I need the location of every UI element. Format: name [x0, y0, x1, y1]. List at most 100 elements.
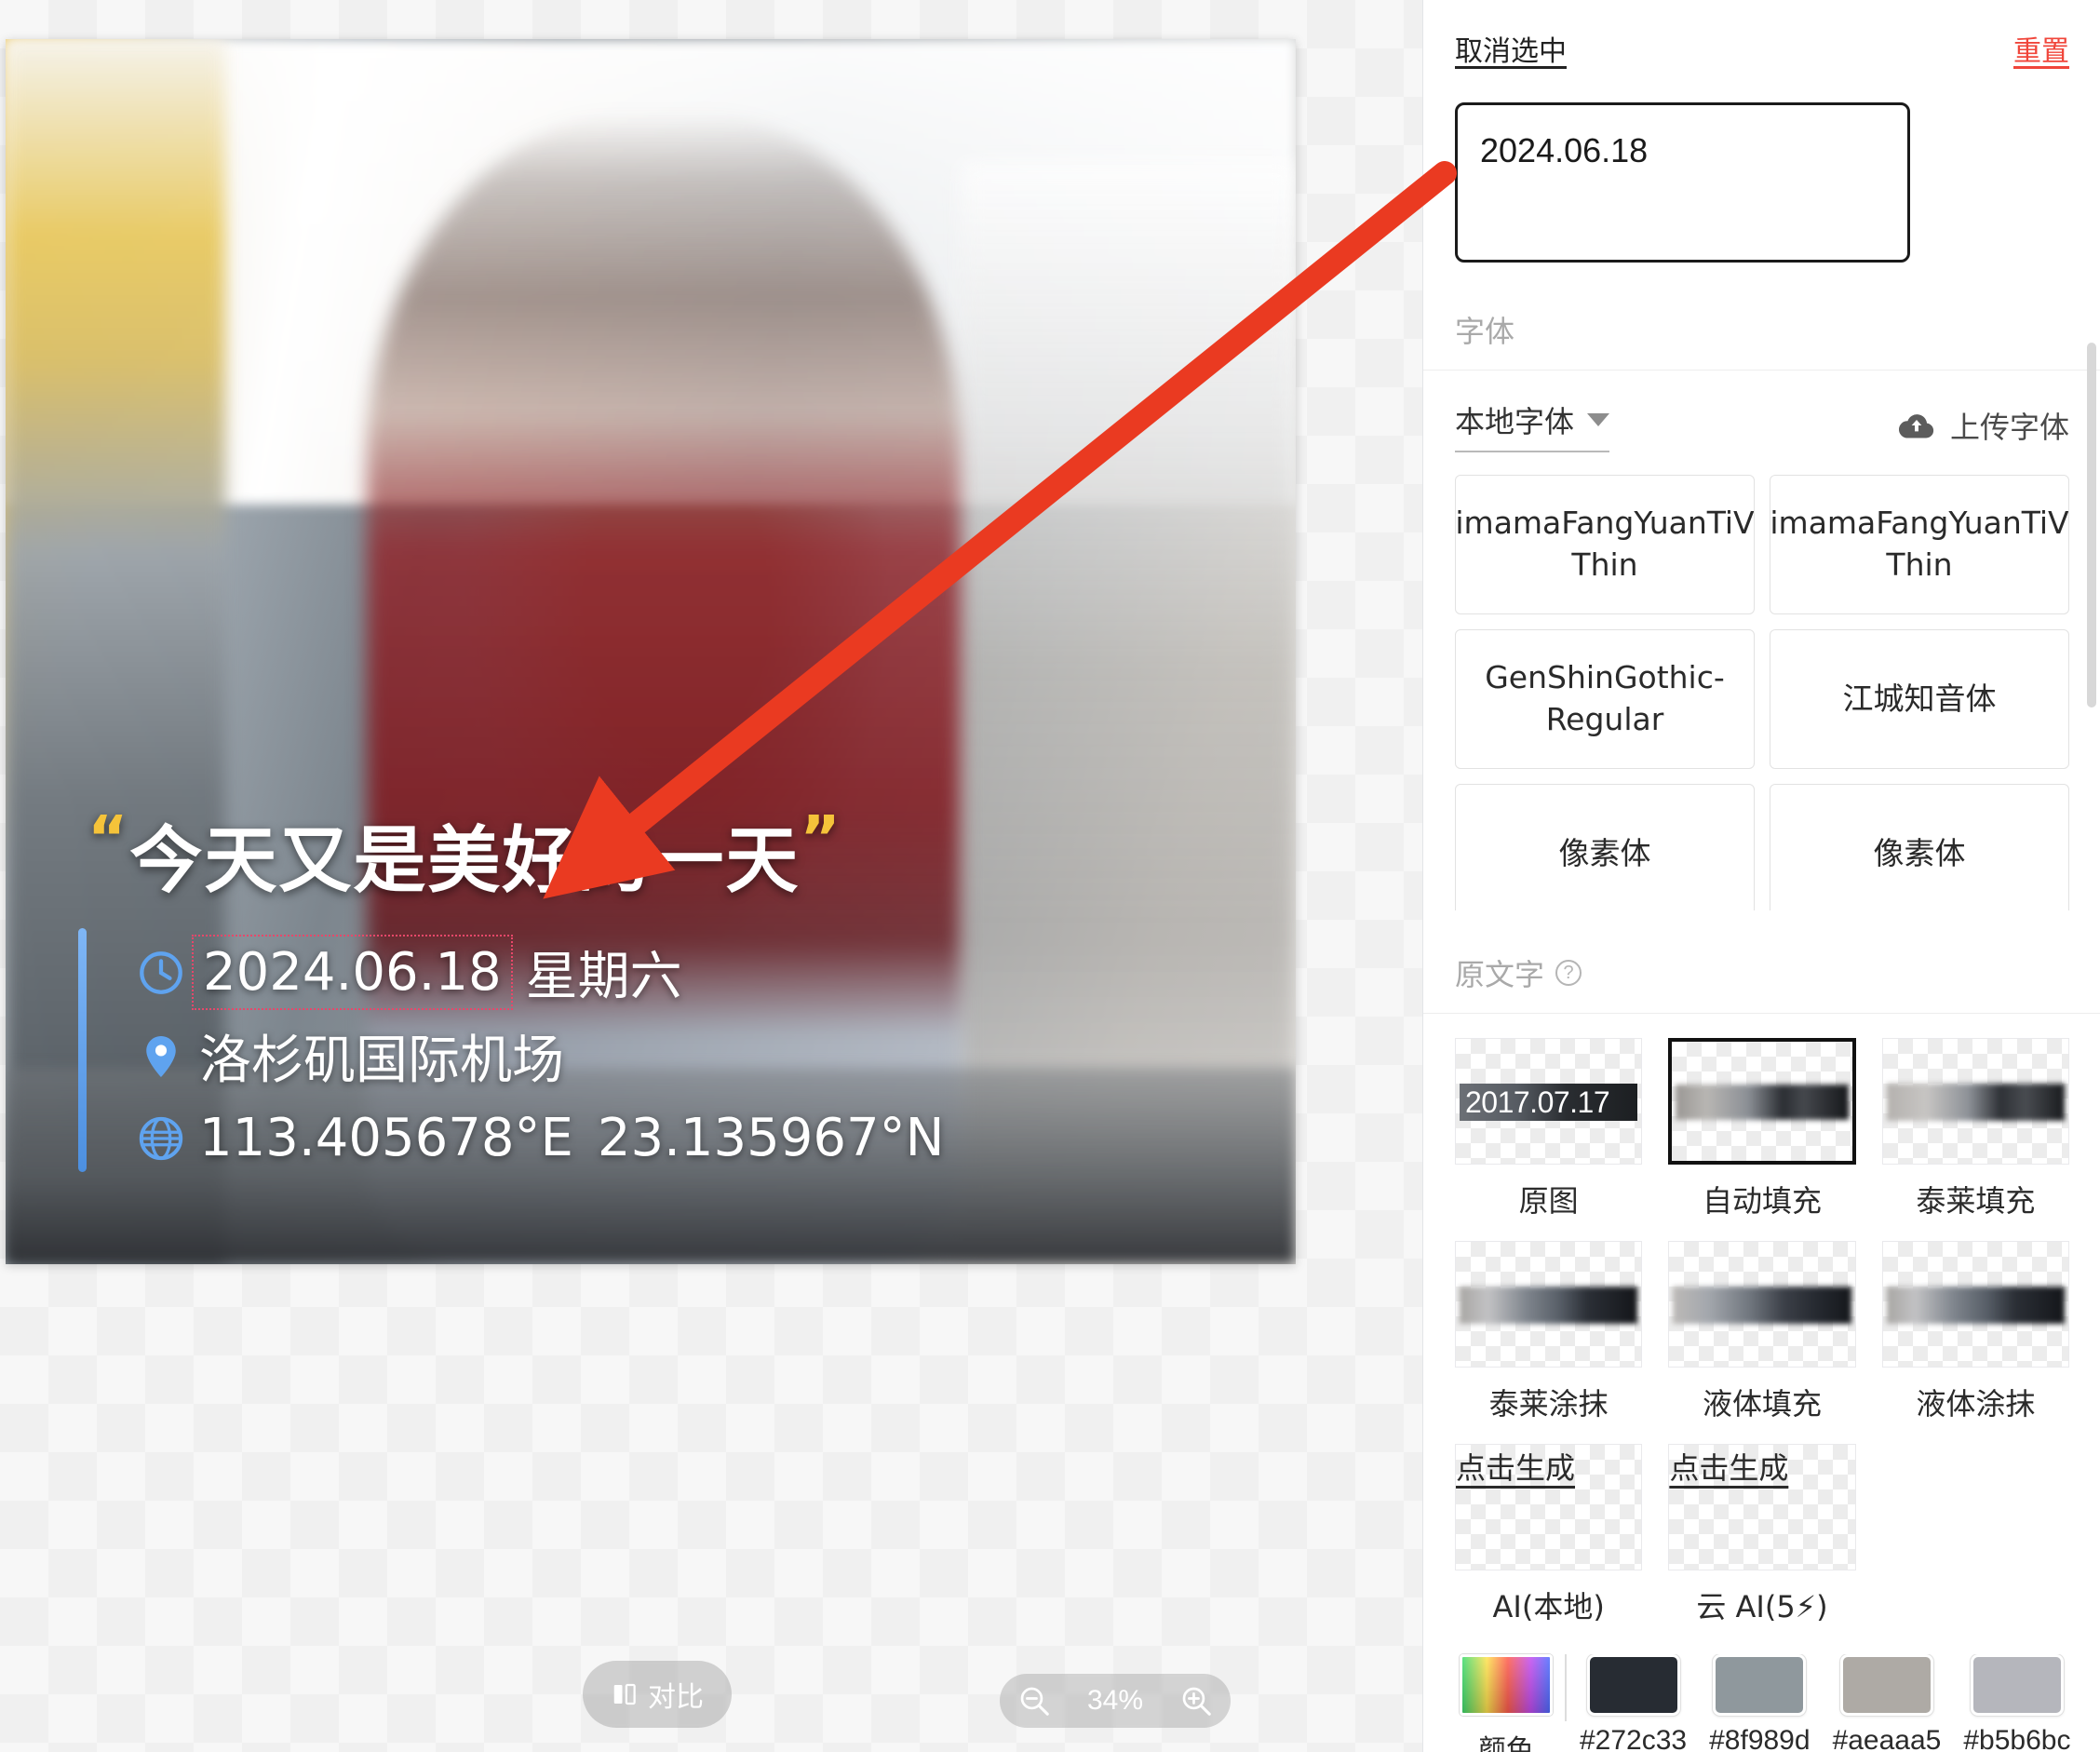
color-picker-cell[interactable]: 颜色: [1455, 1654, 1557, 1752]
fill-method-preview[interactable]: 2017.07.17: [1455, 1038, 1643, 1165]
color-swatch[interactable]: [1970, 1654, 2064, 1716]
preview-strip: [1886, 1084, 2065, 1122]
overlay-date-row[interactable]: 2024.06.18 星期六: [136, 935, 682, 1010]
color-hex-label: #8f989d: [1709, 1725, 1811, 1752]
color-swatch-item[interactable]: #aeaaa5: [1832, 1654, 1942, 1752]
generate-overlay[interactable]: 点击生成: [1456, 1445, 1641, 1488]
color-row[interactable]: 颜色 #272c33 #8f989d #aeaaa5 #b5b6bc: [1423, 1630, 2100, 1752]
fill-method-option[interactable]: 液体填充: [1668, 1241, 1856, 1423]
panel-topbar: 取消选中 重置: [1423, 0, 2100, 82]
fill-method-label: 原图: [1518, 1183, 1579, 1219]
fill-method-option[interactable]: 2017.07.17 原图: [1455, 1038, 1643, 1220]
font-card[interactable]: 像素体: [1770, 784, 2069, 910]
fill-method-label: 泰莱涂抹: [1488, 1386, 1609, 1422]
preview-strip: [1886, 1287, 2065, 1325]
quote-close-mark: ”: [800, 802, 842, 874]
font-card[interactable]: imamaFangYuanTiV Thin: [1770, 475, 2069, 614]
font-source-dropdown[interactable]: 本地字体: [1455, 398, 1610, 452]
color-swatch-item[interactable]: #272c33: [1580, 1654, 1687, 1752]
fill-method-label: 液体涂抹: [1916, 1386, 2036, 1422]
fill-method-preview[interactable]: [1668, 1038, 1856, 1165]
overlay-coordinates-row[interactable]: 113.405678°E 23.135967°N: [136, 1108, 945, 1168]
location-pin-icon: [146, 1035, 176, 1077]
overlay-headline[interactable]: “今天又是美好的一天”: [88, 802, 842, 907]
overlay-location-text[interactable]: 洛杉矶国际机场: [199, 1018, 564, 1094]
deselect-link[interactable]: 取消选中: [1455, 28, 1567, 69]
font-card[interactable]: 江城知音体: [1770, 629, 2069, 769]
font-card[interactable]: 像素体: [1455, 784, 1755, 910]
overlay-accent-bar: [78, 928, 87, 1172]
preview-original-text: 2017.07.17: [1464, 1085, 1610, 1119]
fill-method-option[interactable]: 泰莱填充: [1881, 1038, 2069, 1220]
overlay-location-row[interactable]: 洛杉矶国际机场: [136, 1018, 564, 1094]
font-card[interactable]: GenShinGothic-Regular: [1455, 629, 1755, 769]
fill-method-preview[interactable]: [1668, 1241, 1856, 1368]
compare-icon: [613, 1683, 636, 1705]
panel-scrollbar[interactable]: [2087, 343, 2096, 708]
preview-strip: [1459, 1287, 1638, 1325]
color-swatch[interactable]: [1713, 1654, 1807, 1716]
upload-font-button[interactable]: 上传字体: [1896, 404, 2069, 447]
cloud-upload-icon: [1898, 414, 1934, 438]
fill-method-preview[interactable]: 点击生成: [1668, 1444, 1856, 1570]
color-hex-label: #aeaaa5: [1832, 1725, 1942, 1752]
compare-button-label: 对比: [648, 1682, 704, 1713]
question-mark-icon[interactable]: ?: [1555, 960, 1582, 986]
fill-method-preview[interactable]: [1881, 1241, 2069, 1368]
zoom-level-value: 34%: [1086, 1685, 1144, 1716]
overlay-date-text[interactable]: 2024.06.18: [192, 935, 513, 1010]
preview-strip: [1676, 1085, 1849, 1121]
chevron-down-icon: [1587, 413, 1610, 426]
upload-font-label: 上传字体: [1949, 410, 2069, 445]
zoom-out-icon[interactable]: [1016, 1683, 1052, 1718]
fill-method-option[interactable]: 自动填充: [1668, 1038, 1856, 1220]
zoom-in-icon[interactable]: [1178, 1683, 1214, 1718]
image-canvas[interactable]: “今天又是美好的一天” 2024.06.18 星期六 洛杉矶国际机场 113.4…: [0, 0, 1422, 1752]
font-card[interactable]: imamaFangYuanTiV Thin: [1455, 475, 1755, 614]
overlay-longitude-text[interactable]: 113.405678°E: [199, 1108, 573, 1168]
color-swatch-list[interactable]: #272c33 #8f989d #aeaaa5 #b5b6bc: [1580, 1654, 2100, 1752]
divider: [1565, 1654, 1567, 1721]
text-overlay: “今天又是美好的一天” 2024.06.18 星期六 洛杉矶国际机场 113.4…: [6, 39, 1296, 1264]
color-hex-label: #b5b6bc: [1963, 1725, 2071, 1752]
overlay-weekday-text[interactable]: 星期六: [526, 935, 682, 1010]
color-swatch[interactable]: [1586, 1654, 1680, 1716]
color-swatch-item[interactable]: #b5b6bc: [1963, 1654, 2070, 1752]
fill-method-preview[interactable]: 点击生成: [1455, 1444, 1643, 1570]
fill-method-grid[interactable]: 2017.07.17 原图 自动填充 泰莱填充 泰莱涂抹 液体填充 液体涂抹 点…: [1423, 1014, 2100, 1630]
fill-method-label: 泰莱填充: [1916, 1183, 2036, 1219]
color-swatch-item[interactable]: #8f989d: [1709, 1654, 1811, 1752]
generate-label: 点击生成: [1456, 1450, 1576, 1486]
zoom-controls[interactable]: 34%: [1000, 1674, 1231, 1728]
color-hex-label: #272c33: [1580, 1725, 1688, 1752]
color-swatch[interactable]: [1839, 1654, 1933, 1716]
font-section-title: 字体: [1455, 314, 1515, 349]
fill-method-label: 云 AI(5⚡): [1696, 1589, 1828, 1624]
overlay-latitude-text[interactable]: 23.135967°N: [598, 1108, 945, 1168]
fill-method-label: 液体填充: [1702, 1386, 1822, 1422]
preview-strip: [1673, 1287, 1851, 1325]
properties-panel[interactable]: 取消选中 重置 字体 本地字体 上传字体: [1422, 0, 2100, 1752]
fill-method-option[interactable]: 泰莱涂抹: [1455, 1241, 1643, 1423]
compare-button[interactable]: 对比: [583, 1661, 732, 1728]
fill-method-preview[interactable]: [1455, 1241, 1643, 1368]
edited-image[interactable]: “今天又是美好的一天” 2024.06.18 星期六 洛杉矶国际机场 113.4…: [6, 39, 1296, 1264]
color-picker-swatch[interactable]: [1460, 1654, 1553, 1716]
generate-overlay[interactable]: 点击生成: [1669, 1445, 1854, 1488]
fill-method-option[interactable]: 点击生成 AI(本地): [1455, 1444, 1643, 1626]
fill-method-preview[interactable]: [1881, 1038, 2069, 1165]
generate-label: 点击生成: [1669, 1450, 1789, 1486]
fill-method-option[interactable]: 液体涂抹: [1881, 1241, 2069, 1423]
reset-link[interactable]: 重置: [2013, 28, 2069, 69]
original-text-section-header: 原文字 ?: [1423, 931, 2100, 1014]
text-content-input[interactable]: [1455, 102, 1910, 263]
overlay-headline-text: 今天又是美好的一天: [129, 819, 801, 903]
font-grid[interactable]: imamaFangYuanTiV Thin imamaFangYuanTiV T…: [1423, 462, 2100, 910]
font-source-row: 本地字体 上传字体: [1423, 371, 2100, 462]
original-text-section-title: 原文字: [1455, 957, 1545, 992]
fill-method-option[interactable]: 点击生成 云 AI(5⚡): [1668, 1444, 1856, 1626]
clock-icon: [140, 950, 182, 994]
font-section-header: 字体: [1423, 288, 2100, 371]
fill-method-label: 自动填充: [1702, 1183, 1822, 1219]
preview-strip: 2017.07.17: [1459, 1084, 1638, 1122]
